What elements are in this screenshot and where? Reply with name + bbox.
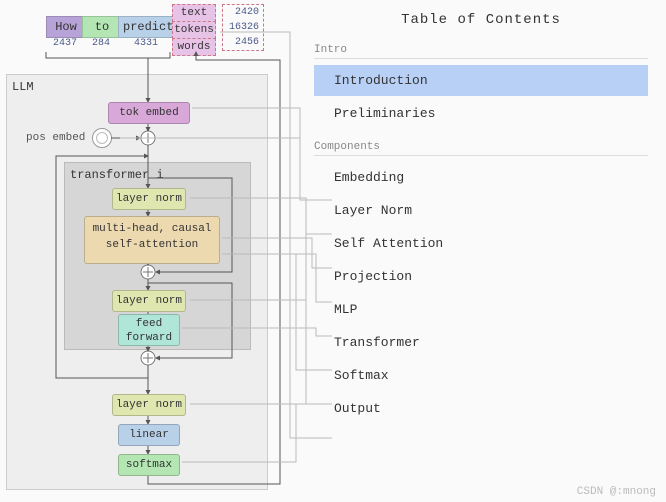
toc-item-output[interactable]: Output <box>314 393 648 424</box>
toc-item-mlp[interactable]: MLP <box>314 294 648 325</box>
attn-line1: multi-head, causal <box>85 221 219 237</box>
feedforward-block: feed forward <box>118 314 180 346</box>
toc-item-embedding[interactable]: Embedding <box>314 162 648 193</box>
ffwd-line2: forward <box>119 331 179 345</box>
self-attention-block: multi-head, causal self-attention <box>84 216 220 264</box>
toc-item-softmax[interactable]: Softmax <box>314 360 648 391</box>
toc-item-transformer[interactable]: Transformer <box>314 327 648 358</box>
toc-item-projection[interactable]: Projection <box>314 261 648 292</box>
diagram-panel: LLM transformer i How to predict text to… <box>0 0 300 502</box>
linear-block: linear <box>118 424 180 446</box>
toc-section-components: Components <box>314 141 648 156</box>
toc-title: Table of Contents <box>314 12 648 28</box>
toc-item-self-attention[interactable]: Self Attention <box>314 228 648 259</box>
toc-item-introduction[interactable]: Introduction <box>314 65 648 96</box>
toc-item-preliminaries[interactable]: Preliminaries <box>314 98 648 129</box>
attn-line2: self-attention <box>85 237 219 253</box>
softmax-block: softmax <box>118 454 180 476</box>
layernorm-1-block: layer norm <box>112 188 186 210</box>
toc-panel: Table of Contents Intro Introduction Pre… <box>300 0 666 502</box>
tok-embed-block: tok embed <box>108 102 190 124</box>
watermark: CSDN @:mnong <box>577 486 656 498</box>
toc-item-layernorm[interactable]: Layer Norm <box>314 195 648 226</box>
layernorm-2-block: layer norm <box>112 290 186 312</box>
ffwd-line1: feed <box>119 317 179 331</box>
toc-section-intro: Intro <box>314 44 648 59</box>
layernorm-3-block: layer norm <box>112 394 186 416</box>
